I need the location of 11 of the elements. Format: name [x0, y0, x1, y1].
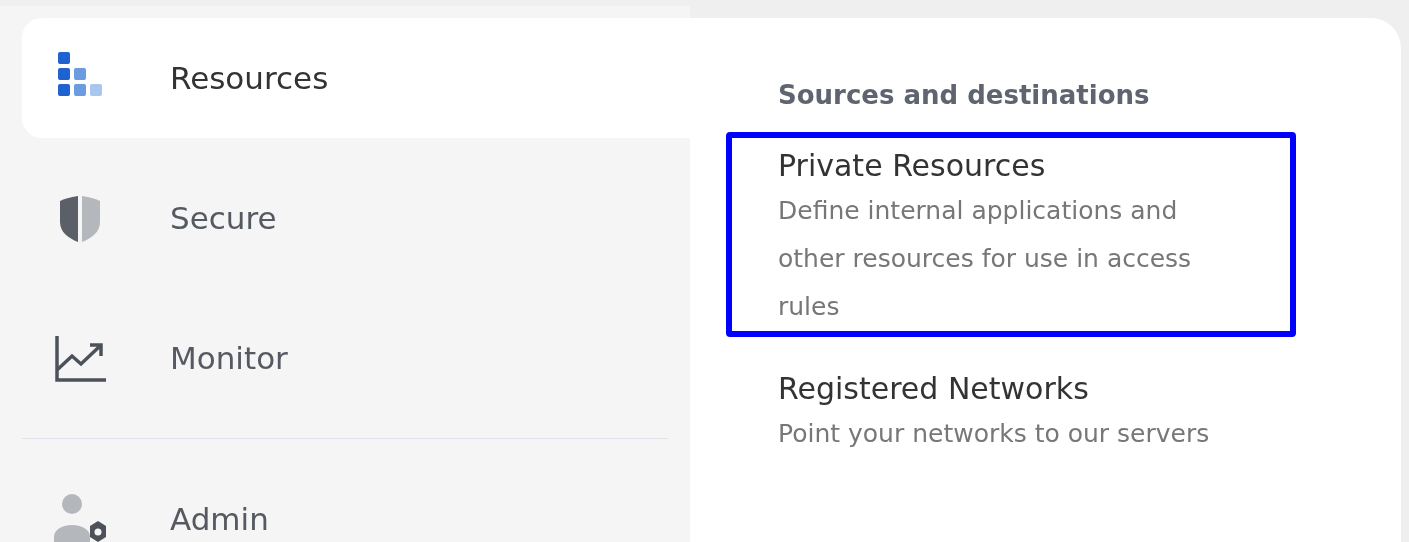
item-description: Define internal applications and other resources for use in access rules: [778, 195, 1193, 323]
menu-item[interactable]: Registered Networks Point your networks to our servers: [726, 355, 1296, 464]
item-title: Registered Networks: [778, 371, 1090, 406]
menu-item[interactable]: Private Resources Define internal applications and other resources for use in access rules: [726, 132, 1296, 337]
item-title: Private Resources: [778, 148, 1047, 183]
nav-item[interactable]: Admin: [22, 459, 690, 542]
nav-item[interactable]: Monitor: [22, 298, 690, 418]
item-description: Point your networks to our servers: [778, 418, 1211, 450]
nav-item[interactable]: Secure: [22, 158, 690, 278]
section-heading: Sources and destinations: [777, 80, 1151, 110]
nav-item[interactable]: Resources: [22, 18, 690, 138]
